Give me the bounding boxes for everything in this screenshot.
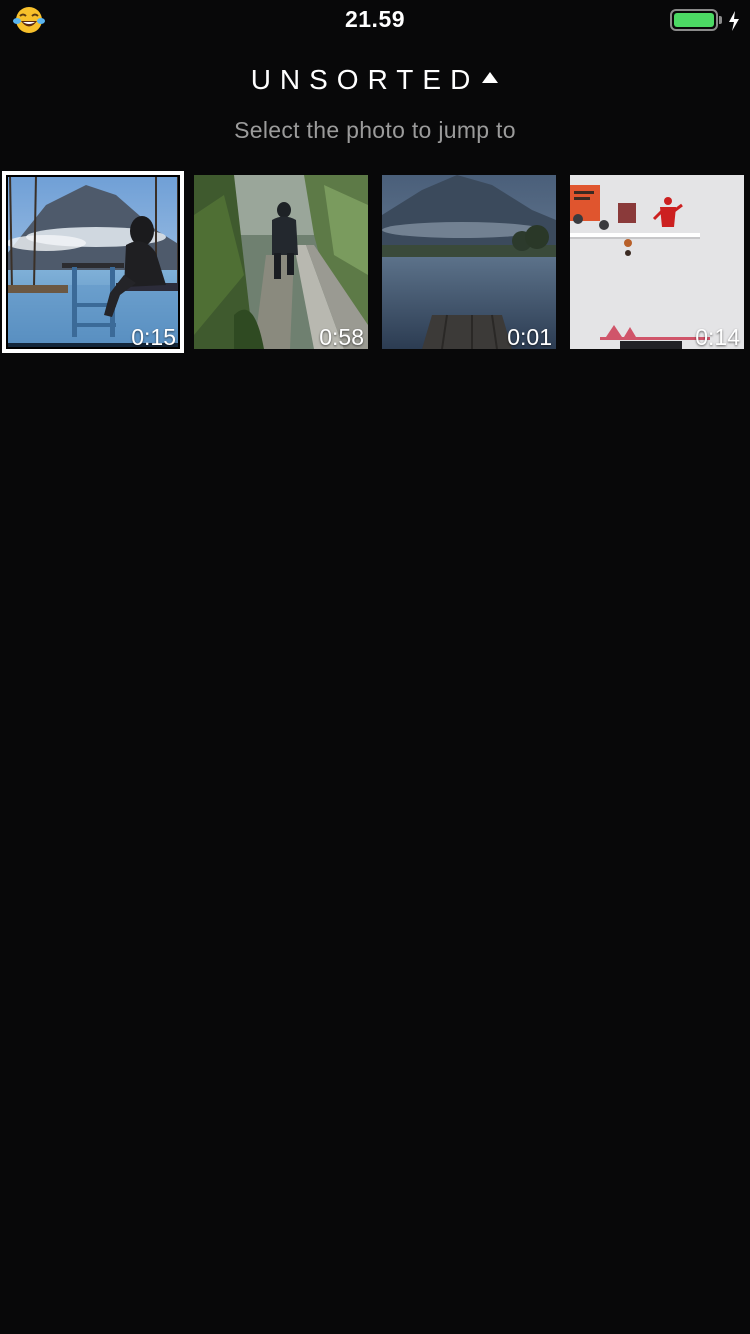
album-title: UNSORTED <box>250 64 480 95</box>
charging-bolt-icon <box>729 11 739 31</box>
battery-icon <box>670 9 718 31</box>
thumbnail-1[interactable]: 0:15 <box>6 175 180 349</box>
video-duration: 0:14 <box>695 324 740 349</box>
caret-up-icon <box>482 72 499 83</box>
battery-cap <box>719 16 722 24</box>
thumbnail-4[interactable]: 0:14 <box>570 175 744 349</box>
thumbnail-3[interactable]: 0:01 <box>382 175 556 349</box>
status-time: 21.59 <box>344 6 406 32</box>
video-duration: 0:58 <box>319 324 364 349</box>
album-title-toggle[interactable]: UNSORTED <box>0 60 750 100</box>
thumbnail-image <box>6 175 180 349</box>
thumbnail-image <box>382 175 556 349</box>
thumbnail-image <box>194 175 368 349</box>
app-screen: 21.59 UNSORTED Select the photo to jump … <box>0 0 750 1334</box>
battery-level <box>674 13 714 27</box>
video-duration: 0:15 <box>131 324 176 349</box>
video-duration: 0:01 <box>507 324 552 349</box>
status-bar: 21.59 <box>0 0 750 40</box>
thumbnail-image <box>570 175 744 349</box>
thumbnail-2[interactable]: 0:58 <box>194 175 368 349</box>
instruction-subtitle: Select the photo to jump to <box>234 117 516 143</box>
